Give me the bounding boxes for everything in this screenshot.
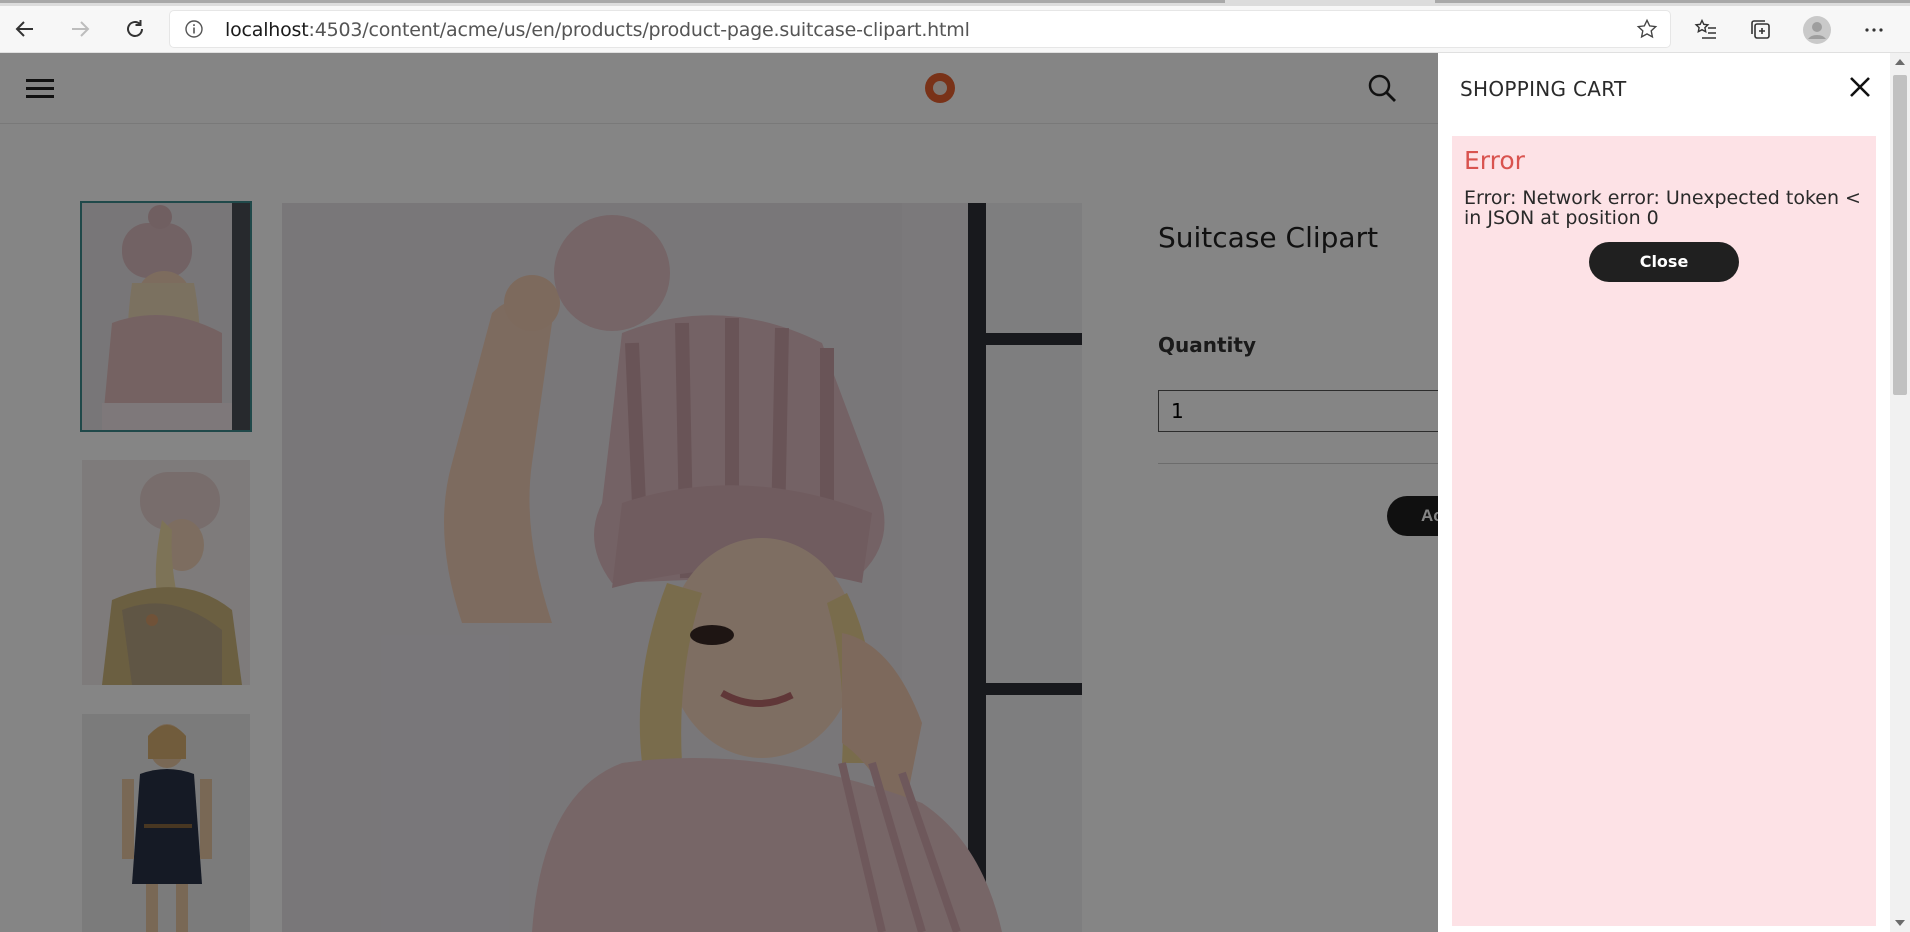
back-button[interactable] [8,12,42,46]
scrollbar-thumb[interactable] [1893,75,1907,395]
modal-backdrop[interactable] [0,53,1438,932]
favorites-button[interactable] [1690,14,1722,46]
collections-button[interactable] [1745,14,1777,46]
browser-tab[interactable] [1435,0,1910,3]
scroll-up-arrow-icon[interactable] [1895,59,1905,65]
refresh-icon [127,20,143,37]
browser-toolbar: localhost:4503/content/acme/us/en/produc… [0,6,1910,53]
profile-button[interactable] [1801,14,1833,46]
forward-arrow-icon [72,21,90,37]
drawer-title: SHOPPING CART [1460,77,1627,101]
error-title: Error [1464,146,1525,175]
error-close-button[interactable]: Close [1589,242,1739,282]
address-bar[interactable]: localhost:4503/content/acme/us/en/produc… [170,11,1670,47]
error-message: Error: Network error: Unexpected token <… [1464,187,1861,229]
forward-button[interactable] [63,12,97,46]
collections-icon [1751,20,1770,39]
settings-more-button[interactable] [1858,14,1890,46]
site-info-icon[interactable] [184,19,204,44]
more-horizontal-icon [1865,28,1883,32]
url-path: :4503/content/acme/us/en/products/produc… [308,19,970,41]
avatar-icon [1803,16,1831,44]
shopping-cart-drawer: SHOPPING CART Error Error: Network error… [1438,53,1890,932]
url-host: localhost [225,19,309,41]
refresh-button[interactable] [118,12,152,46]
favorites-list-icon [1694,18,1716,39]
page-scrollbar[interactable] [1890,53,1910,932]
scroll-down-arrow-icon[interactable] [1895,920,1905,926]
close-icon[interactable] [1846,73,1874,101]
error-panel: Error Error: Network error: Unexpected t… [1452,136,1876,926]
favorite-star-icon[interactable] [1636,18,1658,45]
browser-tab[interactable] [0,0,1225,3]
back-arrow-icon [15,21,33,37]
web-page: Suitcase Clipart Quantity Ac SHOPPING CA… [0,53,1890,932]
drawer-header: SHOPPING CART [1438,53,1890,123]
url-text[interactable]: localhost:4503/content/acme/us/en/produc… [225,19,970,41]
